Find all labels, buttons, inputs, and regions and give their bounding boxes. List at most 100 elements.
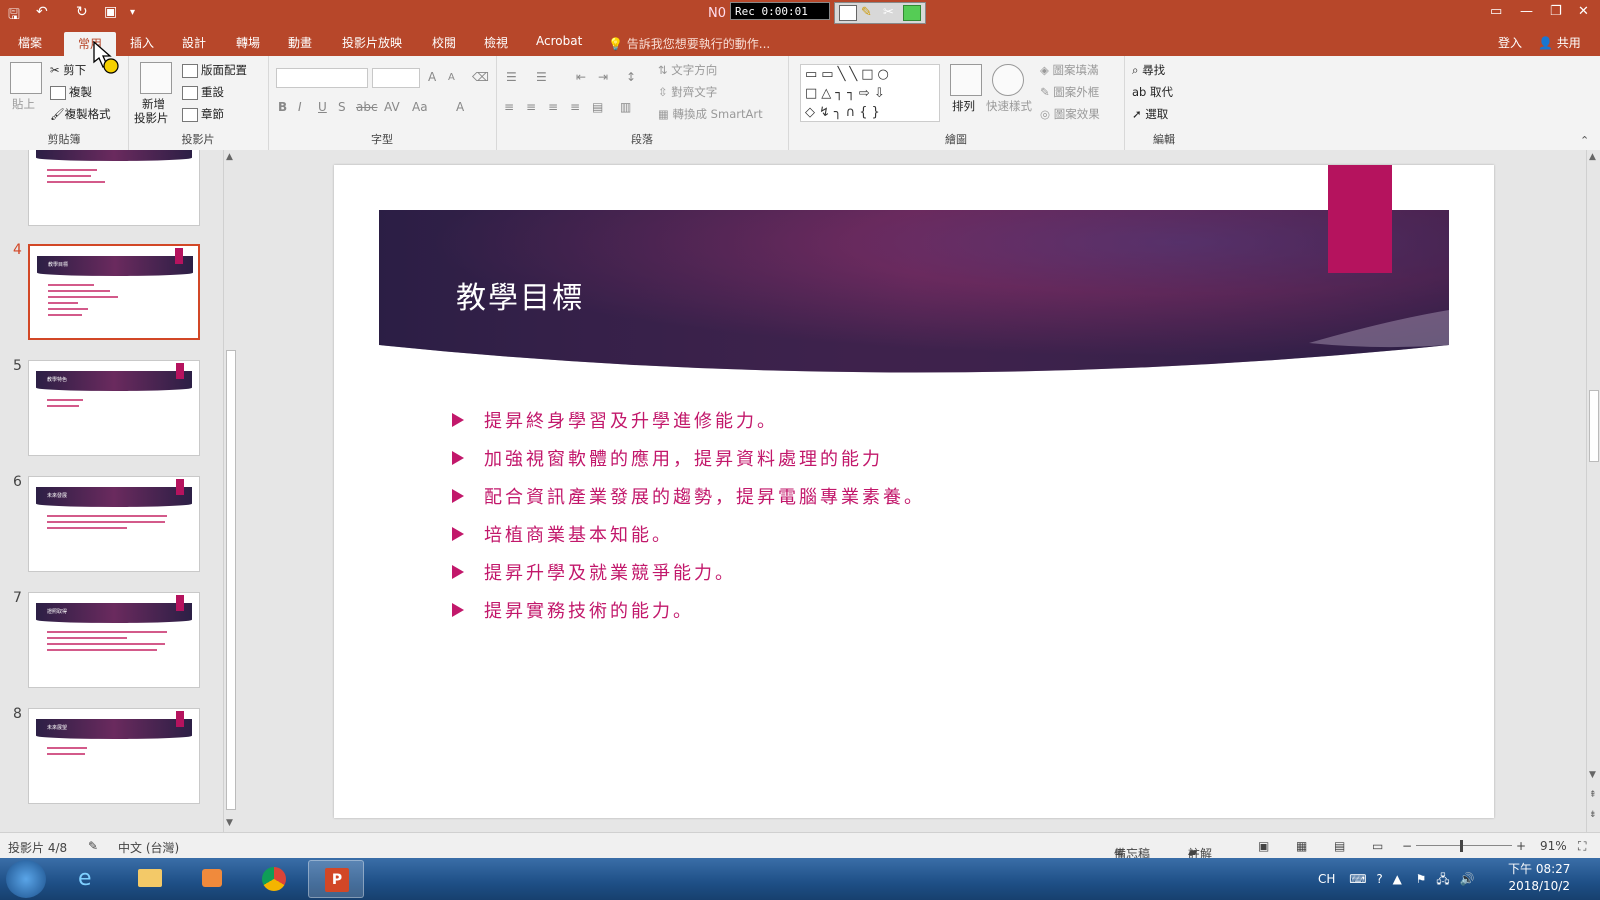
align-right-icon[interactable]: ≡ xyxy=(548,100,558,114)
tab-view[interactable]: 檢視 xyxy=(484,34,508,51)
reset-button[interactable]: 重設 xyxy=(182,84,224,100)
shape-effects-button[interactable]: ◎ 圖案效果 xyxy=(1040,106,1100,122)
slide-title[interactable]: 教學目標 xyxy=(456,273,584,317)
undo-icon[interactable]: ↶ xyxy=(36,4,48,20)
ribbon-display-icon[interactable]: ▭ xyxy=(1490,4,1502,19)
align-center-icon[interactable]: ≡ xyxy=(526,100,536,114)
arrange-button[interactable]: 排列 xyxy=(952,98,975,114)
decrease-indent-icon[interactable]: ⇤ xyxy=(576,70,586,84)
zoom-in-icon[interactable]: + xyxy=(1516,839,1526,853)
italic-icon[interactable]: I xyxy=(298,100,302,114)
bold-icon[interactable]: B xyxy=(278,100,287,114)
scroll-down-icon[interactable]: ▼ xyxy=(226,818,233,828)
restore-icon[interactable]: ❐ xyxy=(1550,4,1562,19)
grow-font-icon[interactable]: A xyxy=(428,70,436,84)
smartart-button[interactable]: ▦ 轉換成 SmartArt xyxy=(658,106,763,122)
justify-icon[interactable]: ≡ xyxy=(570,100,580,114)
tab-review[interactable]: 校閱 xyxy=(432,34,456,51)
volume-icon[interactable]: 🔊 xyxy=(1459,872,1474,886)
copy-button[interactable]: 複製 xyxy=(50,84,92,100)
bullet-item[interactable]: 提昇終身學習及升學進修能力。 xyxy=(452,407,778,433)
clear-format-icon[interactable]: ⌫ xyxy=(472,70,489,84)
slide-thumb-6[interactable]: 未來發展 xyxy=(28,476,200,572)
align-left-icon[interactable]: ≡ xyxy=(504,100,514,114)
shape-outline-button[interactable]: ✎ 圖案外框 xyxy=(1040,84,1099,100)
shapes-gallery[interactable]: ▭▭╲╲□○ □△┐┐⇨⇩ ◇↯╮∩{} xyxy=(800,64,940,122)
strikethrough-icon[interactable]: abc xyxy=(356,100,378,114)
select-button[interactable]: ➚ 選取 xyxy=(1132,106,1168,122)
tab-insert[interactable]: 插入 xyxy=(130,34,154,51)
quick-styles-icon[interactable] xyxy=(992,64,1024,96)
new-slide-label-2[interactable]: 投影片 xyxy=(134,110,169,126)
current-slide[interactable]: 教學目標 提昇終身學習及升學進修能力。 加強視窗軟體的應用，提昇資料處理的能力 … xyxy=(334,165,1494,818)
screen-icon[interactable] xyxy=(839,5,857,21)
scroll-up-icon[interactable]: ▲ xyxy=(226,152,233,162)
tab-transitions[interactable]: 轉場 xyxy=(236,34,260,51)
line-spacing-icon[interactable]: ↕ xyxy=(626,70,636,84)
columns-icon[interactable]: ▥ xyxy=(620,100,631,114)
help-icon[interactable]: ? xyxy=(1376,872,1382,886)
cut-button[interactable]: ✂ 剪下 xyxy=(50,62,86,78)
slide-thumb-7[interactable]: 證照取得 xyxy=(28,592,200,688)
font-size-combo[interactable] xyxy=(372,68,420,88)
bullet-item[interactable]: 加強視窗軟體的應用，提昇資料處理的能力 xyxy=(452,445,883,471)
save-icon[interactable]: 🖫 xyxy=(8,4,20,28)
char-spacing-icon[interactable]: AV xyxy=(384,100,400,114)
tab-slideshow[interactable]: 投影片放映 xyxy=(342,34,402,51)
zoom-level[interactable]: 91% xyxy=(1540,839,1567,853)
bullet-item[interactable]: 提昇實務技術的能力。 xyxy=(452,597,694,623)
distributed-icon[interactable]: ▤ xyxy=(592,100,603,114)
slide-sorter-icon[interactable]: ▦ xyxy=(1296,839,1307,853)
slide-thumb-4[interactable]: 教學目標 xyxy=(28,244,200,340)
layout-button[interactable]: 版面配置 xyxy=(182,62,247,78)
bullet-item[interactable]: 提昇升學及就業競爭能力。 xyxy=(452,559,736,585)
scissors-icon[interactable]: ✂ xyxy=(883,5,899,20)
shadow-icon[interactable]: S xyxy=(338,100,346,114)
media-player-taskbar-icon[interactable] xyxy=(184,860,240,898)
action-center-icon[interactable]: ⚑ xyxy=(1416,872,1427,886)
arrange-icon[interactable] xyxy=(950,64,982,96)
slide-thumb-5[interactable]: 教學特色 xyxy=(28,360,200,456)
ie-taskbar-icon[interactable]: e xyxy=(60,860,116,898)
slide-scroll-thumb[interactable] xyxy=(1589,390,1599,462)
previous-slide-icon[interactable]: ⇞ xyxy=(1589,790,1597,800)
start-button[interactable] xyxy=(6,860,46,898)
tab-acrobat[interactable]: Acrobat xyxy=(536,34,582,48)
paste-button[interactable]: 貼上 xyxy=(12,96,35,112)
minimize-icon[interactable]: — xyxy=(1520,4,1533,19)
scroll-down-icon[interactable]: ▼ xyxy=(1589,770,1596,780)
stop-recording-icon[interactable] xyxy=(903,5,921,21)
sign-in-link[interactable]: 登入 xyxy=(1498,34,1522,51)
language-indicator[interactable]: 中文 (台灣) xyxy=(118,839,179,856)
bullet-item[interactable]: 培植商業基本知能。 xyxy=(452,521,673,547)
format-painter-button[interactable]: 🖌複製格式 xyxy=(50,106,111,122)
scroll-up-icon[interactable]: ▲ xyxy=(1589,152,1596,162)
tab-design[interactable]: 設計 xyxy=(182,34,206,51)
font-color-icon[interactable]: A xyxy=(456,100,464,114)
explorer-taskbar-icon[interactable] xyxy=(122,860,178,898)
align-text-button[interactable]: ⇳ 對齊文字 xyxy=(658,84,717,100)
find-button[interactable]: ⌕ 尋找 xyxy=(1132,62,1165,78)
thumbnails-scrollbar[interactable]: ▲ ▼ xyxy=(223,150,238,832)
shrink-font-icon[interactable]: A xyxy=(448,72,455,83)
tab-animations[interactable]: 動畫 xyxy=(288,34,312,51)
powerpoint-taskbar-icon[interactable]: P xyxy=(308,860,364,898)
paste-icon[interactable] xyxy=(10,62,42,94)
clock[interactable]: 下午 08:27 2018/10/2 xyxy=(1508,861,1570,895)
pencil-icon[interactable]: ✎ xyxy=(861,5,877,20)
keyboard-icon[interactable]: ⌨ xyxy=(1349,872,1366,886)
bullets-icon[interactable]: ☰ xyxy=(506,70,517,84)
spellcheck-icon[interactable]: ✎ xyxy=(88,839,98,853)
quick-styles-button[interactable]: 快速樣式 xyxy=(986,98,1032,114)
input-language[interactable]: CH xyxy=(1318,872,1335,886)
shape-fill-button[interactable]: ◈ 圖案填滿 xyxy=(1040,62,1099,78)
customize-toolbar-icon[interactable]: ▾ xyxy=(130,7,135,18)
redo-icon[interactable]: ↻ xyxy=(76,4,88,20)
fit-slide-icon[interactable]: ⛶ xyxy=(1578,839,1586,854)
new-slide-icon[interactable] xyxy=(140,62,172,94)
change-case-icon[interactable]: Aa xyxy=(412,100,428,114)
slide-thumb-8[interactable]: 未來展望 xyxy=(28,708,200,804)
tell-me-box[interactable]: 💡 告訴我您想要執行的動作... xyxy=(608,35,770,52)
text-direction-button[interactable]: ⇅ 文字方向 xyxy=(658,62,717,78)
slide-thumb-3[interactable] xyxy=(28,150,200,226)
